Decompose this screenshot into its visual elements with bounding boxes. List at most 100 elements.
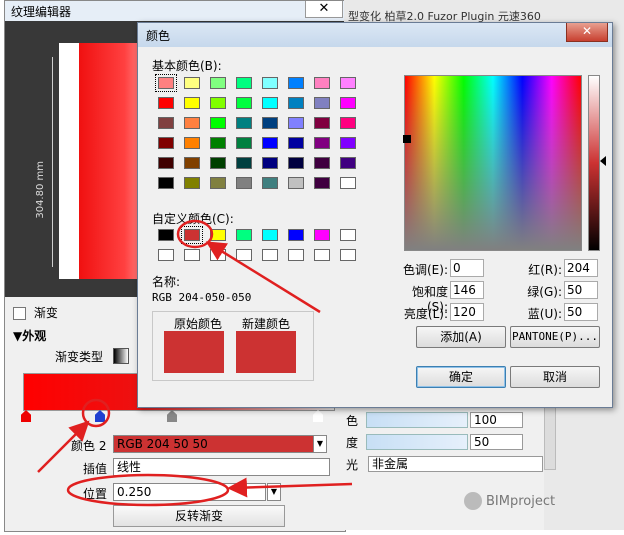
basic-color-swatch[interactable] [340, 117, 356, 129]
basic-color-swatch[interactable] [314, 157, 330, 169]
gradient-stop-3[interactable] [167, 410, 177, 422]
custom-color-swatch[interactable] [340, 229, 356, 241]
basic-color-swatch[interactable] [158, 137, 174, 149]
reverse-gradient-button[interactable]: 反转渐变 [113, 505, 285, 527]
basic-color-swatch[interactable] [184, 137, 200, 149]
basic-color-swatch[interactable] [314, 97, 330, 109]
spectrum-crosshair-icon[interactable] [403, 135, 411, 143]
luminance-arrow-icon[interactable] [600, 156, 606, 166]
basic-color-swatch[interactable] [262, 77, 278, 89]
interpolation-select[interactable]: 线性 [113, 458, 330, 476]
add-custom-color-button[interactable]: 添加(A) [416, 326, 506, 348]
custom-color-swatch[interactable] [340, 249, 356, 261]
custom-color-swatch[interactable] [262, 249, 278, 261]
custom-color-swatch[interactable] [184, 249, 200, 261]
gradient-type-icon[interactable] [113, 348, 129, 364]
saturation-input[interactable]: 146 [450, 281, 484, 299]
blue-input[interactable]: 50 [564, 303, 598, 321]
custom-color-swatch[interactable] [236, 249, 252, 261]
cancel-button[interactable]: 取消 [510, 366, 600, 388]
appearance-section-header[interactable]: ▼外观 [13, 327, 46, 344]
basic-color-swatch[interactable] [236, 117, 252, 129]
prop-row2-slider[interactable] [366, 434, 468, 450]
basic-color-swatch[interactable] [314, 137, 330, 149]
basic-color-swatch[interactable] [288, 137, 304, 149]
color-dialog-close-button[interactable]: ✕ [566, 23, 608, 42]
basic-color-swatch[interactable] [262, 157, 278, 169]
basic-color-swatch[interactable] [184, 177, 200, 189]
property-scrollbar[interactable] [544, 398, 556, 470]
basic-color-swatch[interactable] [340, 157, 356, 169]
basic-color-swatch[interactable] [158, 177, 174, 189]
basic-color-swatch[interactable] [184, 117, 200, 129]
basic-color-swatch[interactable] [210, 157, 226, 169]
position-input[interactable]: 0.250 [113, 483, 266, 501]
basic-color-swatch[interactable] [314, 77, 330, 89]
basic-color-swatch[interactable] [288, 77, 304, 89]
custom-color-swatch[interactable] [314, 249, 330, 261]
basic-color-swatch[interactable] [262, 97, 278, 109]
custom-color-swatch[interactable] [181, 226, 203, 244]
basic-color-swatch[interactable] [184, 157, 200, 169]
basic-color-swatch[interactable] [210, 177, 226, 189]
basic-color-swatch[interactable] [155, 74, 177, 92]
basic-color-swatch[interactable] [236, 137, 252, 149]
prop-row1-value[interactable]: 100 [470, 412, 523, 428]
basic-color-swatch[interactable] [158, 97, 174, 109]
green-input[interactable]: 50 [564, 281, 598, 299]
gradient-checkbox[interactable] [13, 307, 26, 320]
pantone-button[interactable]: PANTONE(P)... [510, 326, 600, 348]
hue-input[interactable]: 0 [450, 259, 484, 277]
basic-color-swatch[interactable] [158, 117, 174, 129]
basic-color-swatch[interactable] [288, 157, 304, 169]
basic-color-swatch[interactable] [184, 77, 200, 89]
custom-color-swatch[interactable] [288, 229, 304, 241]
luminance-slider[interactable] [588, 75, 600, 251]
basic-color-swatch[interactable] [314, 177, 330, 189]
color-spectrum-picker[interactable] [404, 75, 582, 251]
basic-color-swatch[interactable] [210, 77, 226, 89]
color-2-field[interactable]: RGB 204 50 50 [113, 435, 314, 453]
position-spinner-icon[interactable]: ▼ [267, 483, 281, 501]
prop-row2-value[interactable]: 50 [470, 434, 523, 450]
basic-color-swatch[interactable] [184, 97, 200, 109]
gradient-stop-1[interactable] [21, 410, 31, 422]
basic-color-swatch[interactable] [340, 137, 356, 149]
gradient-stop-2[interactable] [95, 410, 105, 422]
basic-color-swatch[interactable] [158, 157, 174, 169]
custom-color-swatch[interactable] [288, 249, 304, 261]
prop-row1-slider[interactable] [366, 412, 468, 428]
basic-color-swatch[interactable] [340, 77, 356, 89]
luminance-input[interactable]: 120 [450, 303, 484, 321]
basic-color-swatch[interactable] [262, 117, 278, 129]
texture-editor-close-button[interactable]: ✕ [305, 1, 343, 18]
basic-color-swatch[interactable] [210, 97, 226, 109]
color-dropdown-icon[interactable]: ▼ [313, 435, 327, 453]
gradient-checkbox-row[interactable]: 渐变 [13, 304, 58, 321]
basic-color-swatch[interactable] [236, 177, 252, 189]
red-input[interactable]: 204 [564, 259, 598, 277]
basic-color-swatch[interactable] [210, 117, 226, 129]
basic-color-swatch[interactable] [262, 137, 278, 149]
custom-color-swatch[interactable] [236, 229, 252, 241]
prop-row3-select[interactable]: 非金属 [368, 456, 543, 472]
custom-color-swatch[interactable] [210, 229, 226, 241]
custom-color-swatch[interactable] [158, 229, 174, 241]
basic-color-swatch[interactable] [288, 97, 304, 109]
custom-color-swatch[interactable] [158, 249, 174, 261]
basic-color-swatch[interactable] [236, 157, 252, 169]
basic-color-swatch[interactable] [314, 117, 330, 129]
basic-color-swatch[interactable] [288, 177, 304, 189]
basic-color-swatch[interactable] [340, 177, 356, 189]
basic-color-swatch[interactable] [236, 97, 252, 109]
basic-color-swatch[interactable] [210, 137, 226, 149]
ok-button[interactable]: 确定 [416, 366, 506, 388]
basic-color-swatch[interactable] [288, 117, 304, 129]
basic-color-swatch[interactable] [236, 77, 252, 89]
basic-color-swatch[interactable] [340, 97, 356, 109]
custom-color-swatch[interactable] [262, 229, 278, 241]
basic-color-swatch[interactable] [262, 177, 278, 189]
gradient-stop-4[interactable] [313, 410, 323, 422]
custom-color-swatch[interactable] [210, 249, 226, 261]
custom-color-swatch[interactable] [314, 229, 330, 241]
